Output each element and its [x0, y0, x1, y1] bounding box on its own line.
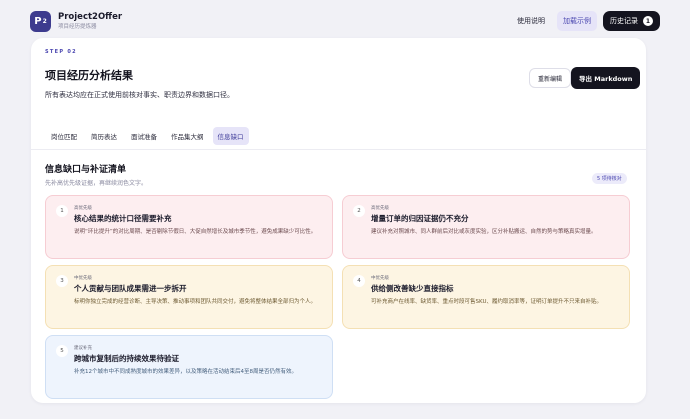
reedit-button[interactable]: 重新编辑: [529, 68, 572, 88]
gap-priority: 建议补充: [74, 346, 92, 351]
app-logo[interactable]: P2: [30, 10, 51, 32]
gap-description: 建议补充对照城市、同人群前后对比或灰度实验，区分补贴搬运、自然的势与策略真实增量…: [371, 229, 597, 235]
page-title: 项目经历分析结果: [45, 69, 133, 82]
gap-number: 3: [56, 275, 68, 287]
tab-portfolio-outline[interactable]: 作品集大纲: [166, 127, 209, 145]
gap-card-3: 3 中优先级 个人贡献与团队成果需进一步拆开 标明你独立完成的经营诊断、主导决策…: [45, 265, 333, 329]
pending-count-badge: 5 项待核对: [592, 173, 627, 184]
gap-number: 2: [353, 205, 365, 217]
guide-link[interactable]: 使用说明: [511, 11, 551, 31]
section-subtitle: 先补高优先级证据，再继续润色文字。: [45, 180, 148, 187]
result-card: STEP 02 项目经历分析结果 所有表达均应在正式使用前核对事实、职责边界和数…: [31, 38, 646, 403]
gap-title: 供给侧改善缺少直接指标: [371, 284, 454, 293]
gap-card-4: 4 中优先级 供给侧改善缺少直接指标 可补充商户在线率、缺货率、重点时段可售SK…: [342, 265, 630, 329]
result-tabs: 岗位匹配 简历表达 面试准备 作品集大纲 信息缺口: [31, 122, 646, 150]
gap-title: 增量订单的归因证据仍不充分: [371, 214, 469, 223]
gap-number: 5: [56, 345, 68, 357]
logo-letter: P: [34, 15, 42, 27]
logo-superscript: 2: [42, 17, 47, 25]
page-description: 所有表达均应在正式使用前核对事实、职责边界和数据口径。: [45, 91, 234, 99]
tab-job-match[interactable]: 岗位匹配: [46, 127, 82, 145]
gap-number: 4: [353, 275, 365, 287]
load-example-button[interactable]: 加载示例: [557, 11, 597, 31]
gap-priority: 高优先级: [371, 206, 389, 211]
brand-name: Project2Offer: [58, 11, 123, 22]
export-markdown-button[interactable]: 导出 Markdown: [571, 67, 641, 89]
gap-card-2: 2 高优先级 增量订单的归因证据仍不充分 建议补充对照城市、同人群前后对比或灰度…: [342, 195, 630, 259]
top-bar: P2 Project2Offer 项目经历提炼器 使用说明 加载示例 历史记录 …: [0, 0, 690, 42]
gap-title: 核心结果的统计口径需要补充: [74, 214, 172, 223]
gap-description: 标明你独立完成的经营诊断、主导决策、推动事项和团队共同交付，避免将整体结果全部归…: [74, 299, 317, 305]
gap-priority: 高优先级: [74, 206, 92, 211]
gap-title: 跨城市复制后的持续效果待验证: [74, 354, 179, 363]
brand: Project2Offer 项目经历提炼器: [58, 12, 122, 31]
gap-description: 说明“环比提升”的对比周期、是否剔除节假日、大促自然增长及城市季节性，避免成果缺…: [74, 229, 317, 235]
step-label: STEP 02: [45, 49, 77, 55]
top-nav: 使用说明 加载示例 历史记录 1: [511, 11, 660, 31]
tab-info-gaps[interactable]: 信息缺口: [212, 126, 249, 145]
gap-card-5: 5 建议补充 跨城市复制后的持续效果待验证 补充12个城市中不同成熟度城市的效果…: [45, 335, 333, 399]
section-title: 信息缺口与补证清单: [45, 165, 127, 175]
gap-priority: 中优先级: [371, 276, 389, 281]
history-count-badge: 1: [643, 16, 653, 26]
gap-priority: 中优先级: [74, 276, 92, 281]
gap-number: 1: [56, 205, 68, 217]
tab-resume-expression[interactable]: 简历表达: [86, 127, 122, 145]
gap-description: 可补充商户在线率、缺货率、重点时段可售SKU、履约取消率等，证明订单提升不只来自…: [371, 299, 602, 305]
tab-interview-prep[interactable]: 面试准备: [126, 127, 162, 145]
history-button[interactable]: 历史记录 1: [603, 11, 660, 31]
gap-card-1: 1 高优先级 核心结果的统计口径需要补充 说明“环比提升”的对比周期、是否剔除节…: [45, 195, 333, 259]
brand-subtitle: 项目经历提炼器: [58, 23, 97, 30]
gap-title: 个人贡献与团队成果需进一步拆开: [74, 284, 187, 293]
history-label: 历史记录: [610, 17, 638, 25]
gap-description: 补充12个城市中不同成熟度城市的效果差异，以及策略在活动结束后4至8周是否仍然有…: [74, 369, 297, 375]
